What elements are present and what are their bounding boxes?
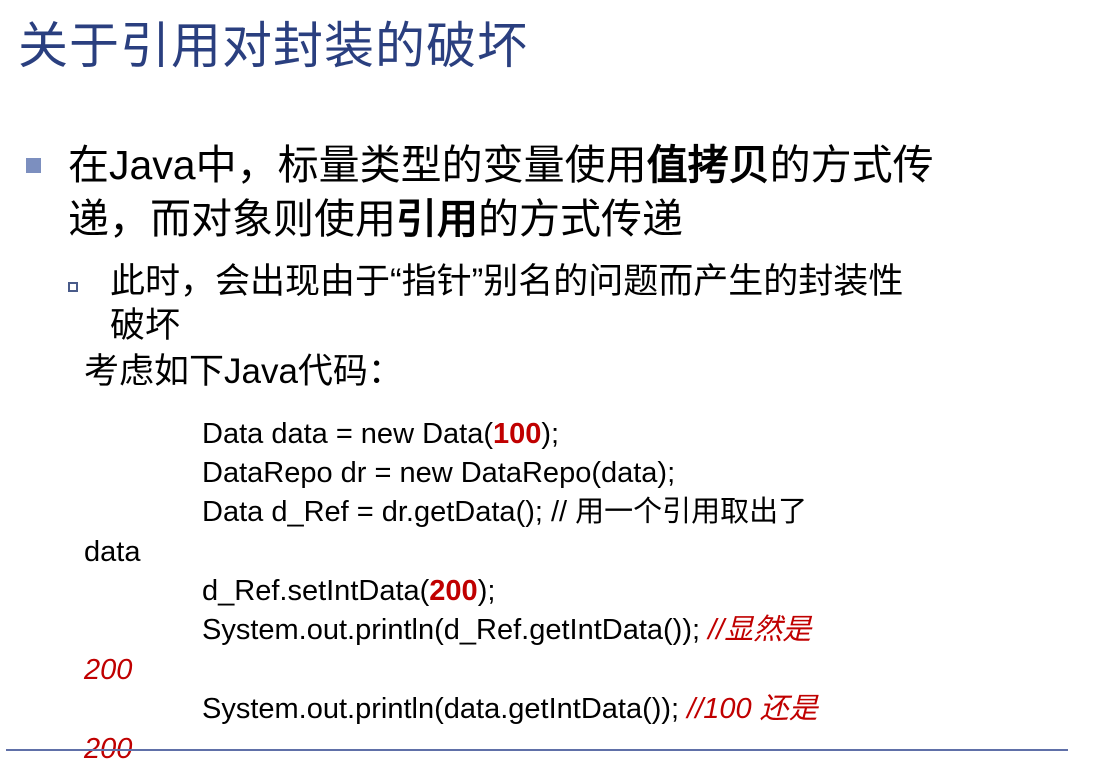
bold-reference: 引用 xyxy=(396,196,478,242)
code-line-5: System.out.println(d_Ref.getIntData()); … xyxy=(202,614,812,646)
code-wrap-5: 200 xyxy=(84,654,133,686)
sub-bullet: 此时，会出现由于“指针”别名的问题而产生的封装性 破坏 xyxy=(110,260,903,348)
bullet-main: 在Java中，标量类型的变量使用值拷贝的方式传 递，而对象则使用引用的方式传递 xyxy=(68,138,1068,246)
sub-bullet-line1: 此时，会出现由于“指针”别名的问题而产生的封装性 xyxy=(110,262,904,301)
bullet-square-icon xyxy=(26,158,41,173)
consider-label: 考虑如下Java代码： xyxy=(84,352,403,391)
bold-value-copy: 值拷贝 xyxy=(646,142,770,188)
bullet-main-line1: 在Java中，标量类型的变量使用值拷贝的方式传 xyxy=(68,142,934,188)
code-comment: //100 还是 xyxy=(687,693,818,725)
code-comment: //显然是 xyxy=(708,614,812,646)
code-number: 100 xyxy=(492,418,542,450)
code-line-3: Data d_Ref = dr.getData(); // 用一个引用取出了 xyxy=(202,496,808,528)
slide-title: 关于引用对封装的破坏 xyxy=(18,17,528,75)
code-line-6: System.out.println(data.getIntData()); /… xyxy=(202,693,818,725)
code-line-2: DataRepo dr = new DataRepo(data); xyxy=(202,457,676,489)
code-comment: // 用一个引用取出了 xyxy=(551,496,808,528)
code-line-1: Data data = new Data(100); xyxy=(202,418,560,450)
code-number: 200 xyxy=(429,575,478,607)
sub-bullet-icon xyxy=(68,282,78,292)
footer-rule xyxy=(6,749,1068,751)
code-wrap-3: data xyxy=(84,536,141,568)
sub-bullet-line2: 破坏 xyxy=(110,306,181,345)
bullet-main-line2: 递，而对象则使用引用的方式传递 xyxy=(68,196,683,242)
code-line-4: d_Ref.setIntData(200); xyxy=(202,575,496,607)
